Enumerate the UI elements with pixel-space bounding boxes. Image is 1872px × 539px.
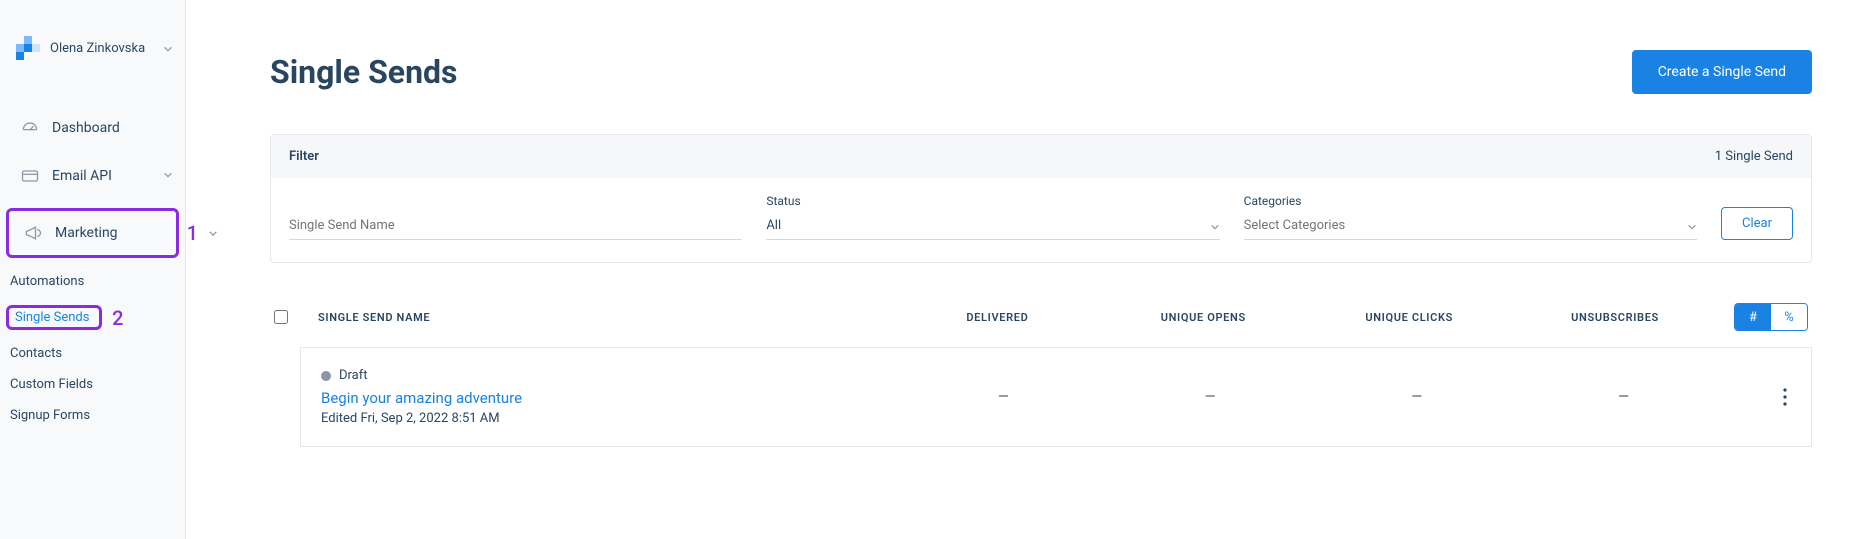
- select-all-cell: [274, 310, 318, 324]
- col-header-name: Single Send Name: [318, 311, 894, 324]
- sidebar-item-dashboard[interactable]: Dashboard: [0, 104, 185, 152]
- row-delivered: —: [900, 389, 1107, 405]
- annotation-number: 2: [112, 306, 123, 330]
- sidebar-subitem-signup-forms[interactable]: Signup Forms: [10, 400, 185, 431]
- filter-panel: Filter 1 Single Send Status Categories C…: [270, 134, 1812, 263]
- filter-name-field: [289, 196, 742, 240]
- megaphone-icon: [23, 223, 43, 243]
- status-select[interactable]: [766, 214, 1219, 240]
- row-title-link[interactable]: Begin your amazing adventure: [321, 389, 900, 407]
- chevron-down-icon: [163, 168, 173, 184]
- kebab-icon: [1783, 388, 1787, 406]
- page-header: Single Sends Create a Single Send: [270, 50, 1812, 94]
- annotation-box-2: Single Sends 2: [6, 305, 102, 330]
- sidebar-subitem-automations[interactable]: Automations: [10, 266, 185, 297]
- row-meta-text: Edited Fri, Sep 2, 2022 8:51 AM: [321, 411, 900, 426]
- clear-filter-button[interactable]: Clear: [1721, 207, 1793, 240]
- filter-categories-field: Categories: [1244, 194, 1697, 240]
- filter-title: Filter: [289, 149, 319, 164]
- filter-body: Status Categories Clear: [271, 178, 1811, 262]
- sidebar-subitem-single-sends[interactable]: Single Sends: [15, 310, 89, 325]
- row-unsubscribes: —: [1520, 389, 1727, 405]
- single-send-name-input[interactable]: [289, 214, 742, 240]
- display-mode-toggle: # %: [1718, 303, 1808, 331]
- toggle-count-button[interactable]: #: [1735, 304, 1771, 330]
- create-single-send-button[interactable]: Create a Single Send: [1632, 50, 1812, 94]
- filter-header: Filter 1 Single Send: [271, 135, 1811, 178]
- col-header-unsubscribes: Unsubscribes: [1512, 311, 1718, 324]
- gauge-icon: [20, 118, 40, 138]
- sidebar-item-label: Marketing: [55, 225, 118, 241]
- brand-logo-icon: [16, 36, 40, 60]
- user-name: Olena Zinkovska: [50, 41, 145, 56]
- card-icon: [20, 166, 40, 186]
- row-unique-opens: —: [1107, 389, 1314, 405]
- status-dot-icon: [321, 371, 331, 381]
- row-status-line: Draft: [321, 368, 900, 383]
- sidebar-item-marketing[interactable]: Marketing: [9, 211, 176, 255]
- toggle-percent-button[interactable]: %: [1771, 304, 1807, 330]
- select-all-checkbox[interactable]: [274, 310, 288, 324]
- account-switcher[interactable]: Olena Zinkovska: [0, 36, 185, 60]
- sidebar-subitem-single-sends-wrap: Single Sends 2: [10, 297, 185, 338]
- chevron-down-icon: [208, 224, 218, 243]
- filter-count: 1 Single Send: [1715, 149, 1793, 164]
- row-main-cell: Draft Begin your amazing adventure Edite…: [321, 368, 900, 426]
- filter-status-field: Status: [766, 194, 1219, 240]
- sidebar-item-email-api[interactable]: Email API: [0, 152, 185, 200]
- filter-categories-label: Categories: [1244, 194, 1697, 208]
- sidebar: Olena Zinkovska Dashboard Email API Mark…: [0, 0, 186, 539]
- row-status-text: Draft: [339, 368, 368, 383]
- segmented-control: # %: [1734, 303, 1808, 331]
- col-header-unique-opens: Unique Opens: [1100, 311, 1306, 324]
- col-header-unique-clicks: Unique Clicks: [1306, 311, 1512, 324]
- row-unique-clicks: —: [1313, 389, 1520, 405]
- filter-status-label: Status: [766, 194, 1219, 208]
- annotation-box-1: Marketing 1: [6, 208, 179, 258]
- col-header-delivered: Delivered: [894, 311, 1100, 324]
- main-content: Single Sends Create a Single Send Filter…: [186, 0, 1872, 539]
- sidebar-item-label: Dashboard: [52, 120, 120, 136]
- sidebar-subitem-contacts[interactable]: Contacts: [10, 338, 185, 369]
- annotation-number: 1: [187, 221, 198, 245]
- table-header: Single Send Name Delivered Unique Opens …: [270, 303, 1812, 347]
- sidebar-subitem-custom-fields[interactable]: Custom Fields: [10, 369, 185, 400]
- chevron-down-icon: [163, 39, 173, 58]
- marketing-submenu: Automations Single Sends 2 Contacts Cust…: [0, 266, 185, 431]
- page-title: Single Sends: [270, 53, 457, 91]
- row-actions-menu[interactable]: [1727, 388, 1787, 406]
- sidebar-item-label: Email API: [52, 168, 112, 184]
- table-row: Draft Begin your amazing adventure Edite…: [300, 347, 1812, 447]
- categories-select[interactable]: [1244, 214, 1697, 240]
